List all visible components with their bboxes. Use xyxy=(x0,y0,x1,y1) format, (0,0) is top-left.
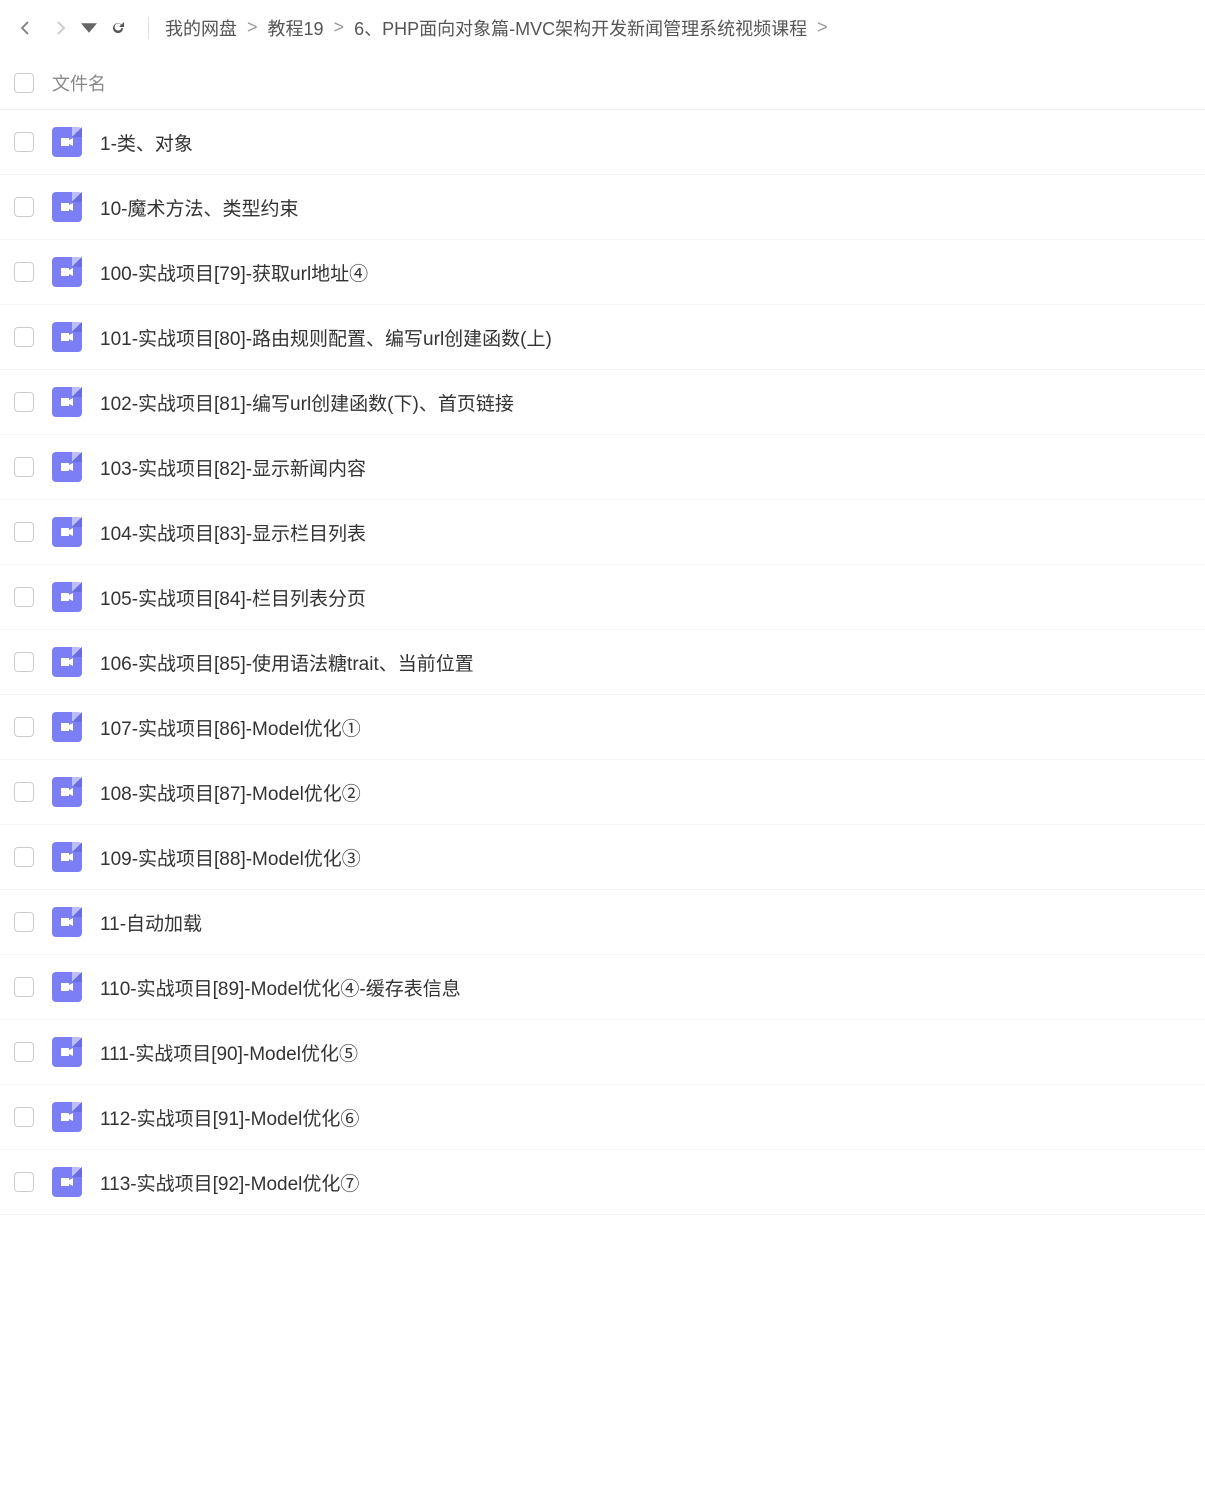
row-checkbox[interactable] xyxy=(14,912,34,932)
file-name: 11-自动加载 xyxy=(100,909,202,936)
file-row[interactable]: 109-实战项目[88]-Model优化③ xyxy=(0,825,1205,890)
video-file-icon xyxy=(52,1037,82,1067)
video-file-icon xyxy=(52,257,82,287)
file-row[interactable]: 100-实战项目[79]-获取url地址④ xyxy=(0,240,1205,305)
row-checkbox[interactable] xyxy=(14,197,34,217)
video-file-icon xyxy=(52,1167,82,1197)
file-name: 106-实战项目[85]-使用语法糖trait、当前位置 xyxy=(100,649,474,676)
file-row[interactable]: 107-实战项目[86]-Model优化① xyxy=(0,695,1205,760)
video-file-icon xyxy=(52,387,82,417)
breadcrumb-separator: > xyxy=(247,17,258,38)
file-name: 109-实战项目[88]-Model优化③ xyxy=(100,844,361,871)
row-checkbox[interactable] xyxy=(14,847,34,867)
row-checkbox[interactable] xyxy=(14,1042,34,1062)
row-checkbox[interactable] xyxy=(14,522,34,542)
video-file-icon xyxy=(52,582,82,612)
row-checkbox[interactable] xyxy=(14,782,34,802)
refresh-icon xyxy=(110,20,126,36)
video-file-icon xyxy=(52,1102,82,1132)
breadcrumb: 我的网盘 > 教程19 > 6、PHP面向对象篇-MVC架构开发新闻管理系统视频… xyxy=(165,15,828,41)
file-name: 110-实战项目[89]-Model优化④-缓存表信息 xyxy=(100,974,461,1001)
file-name: 108-实战项目[87]-Model优化② xyxy=(100,779,361,806)
file-row[interactable]: 11-自动加载 xyxy=(0,890,1205,955)
file-name: 107-实战项目[86]-Model优化① xyxy=(100,714,361,741)
select-all-checkbox[interactable] xyxy=(14,73,34,93)
file-row[interactable]: 105-实战项目[84]-栏目列表分页 xyxy=(0,565,1205,630)
nav-refresh-button[interactable] xyxy=(104,14,132,42)
video-file-icon xyxy=(52,322,82,352)
file-row[interactable]: 112-实战项目[91]-Model优化⑥ xyxy=(0,1085,1205,1150)
file-name: 101-实战项目[80]-路由规则配置、编写url创建函数(上) xyxy=(100,324,552,351)
nav-forward-button[interactable] xyxy=(46,14,74,42)
file-name: 103-实战项目[82]-显示新闻内容 xyxy=(100,454,366,481)
row-checkbox[interactable] xyxy=(14,1172,34,1192)
file-name: 100-实战项目[79]-获取url地址④ xyxy=(100,259,368,286)
row-checkbox[interactable] xyxy=(14,1107,34,1127)
file-row[interactable]: 10-魔术方法、类型约束 xyxy=(0,175,1205,240)
file-name: 102-实战项目[81]-编写url创建函数(下)、首页链接 xyxy=(100,389,514,416)
file-row[interactable]: 104-实战项目[83]-显示栏目列表 xyxy=(0,500,1205,565)
video-file-icon xyxy=(52,192,82,222)
nav-dropdown-button[interactable] xyxy=(80,14,98,42)
row-checkbox[interactable] xyxy=(14,132,34,152)
file-name: 112-实战项目[91]-Model优化⑥ xyxy=(100,1104,359,1131)
row-checkbox[interactable] xyxy=(14,587,34,607)
file-row[interactable]: 108-实战项目[87]-Model优化② xyxy=(0,760,1205,825)
file-row[interactable]: 110-实战项目[89]-Model优化④-缓存表信息 xyxy=(0,955,1205,1020)
video-file-icon xyxy=(52,777,82,807)
breadcrumb-separator: > xyxy=(817,17,828,38)
file-row[interactable]: 1-类、对象 xyxy=(0,110,1205,175)
video-file-icon xyxy=(52,712,82,742)
video-file-icon xyxy=(52,127,82,157)
row-checkbox[interactable] xyxy=(14,652,34,672)
toolbar-separator xyxy=(148,17,149,39)
breadcrumb-separator: > xyxy=(334,17,345,38)
video-file-icon xyxy=(52,452,82,482)
breadcrumb-item[interactable]: 教程19 xyxy=(268,15,324,41)
file-name: 1-类、对象 xyxy=(100,129,193,156)
row-checkbox[interactable] xyxy=(14,457,34,477)
toolbar: 我的网盘 > 教程19 > 6、PHP面向对象篇-MVC架构开发新闻管理系统视频… xyxy=(0,0,1205,56)
video-file-icon xyxy=(52,972,82,1002)
video-file-icon xyxy=(52,647,82,677)
file-row[interactable]: 113-实战项目[92]-Model优化⑦ xyxy=(0,1150,1205,1215)
row-checkbox[interactable] xyxy=(14,262,34,282)
file-row[interactable]: 102-实战项目[81]-编写url创建函数(下)、首页链接 xyxy=(0,370,1205,435)
video-file-icon xyxy=(52,907,82,937)
file-row[interactable]: 101-实战项目[80]-路由规则配置、编写url创建函数(上) xyxy=(0,305,1205,370)
file-name: 105-实战项目[84]-栏目列表分页 xyxy=(100,584,366,611)
caret-down-icon xyxy=(81,20,97,36)
file-list: 1-类、对象 10-魔术方法、类型约束 100-实战项目[79]-获取url地址… xyxy=(0,110,1205,1215)
row-checkbox[interactable] xyxy=(14,392,34,412)
column-header-filename[interactable]: 文件名 xyxy=(52,70,106,96)
breadcrumb-item[interactable]: 我的网盘 xyxy=(165,15,237,41)
file-name: 10-魔术方法、类型约束 xyxy=(100,194,298,221)
row-checkbox[interactable] xyxy=(14,977,34,997)
row-checkbox[interactable] xyxy=(14,717,34,737)
file-name: 113-实战项目[92]-Model优化⑦ xyxy=(100,1169,359,1196)
video-file-icon xyxy=(52,842,82,872)
chevron-right-icon xyxy=(52,20,68,36)
file-row[interactable]: 111-实战项目[90]-Model优化⑤ xyxy=(0,1020,1205,1085)
row-checkbox[interactable] xyxy=(14,327,34,347)
breadcrumb-item[interactable]: 6、PHP面向对象篇-MVC架构开发新闻管理系统视频课程 xyxy=(354,15,807,41)
list-header: 文件名 xyxy=(0,56,1205,110)
file-name: 111-实战项目[90]-Model优化⑤ xyxy=(100,1039,358,1066)
file-row[interactable]: 106-实战项目[85]-使用语法糖trait、当前位置 xyxy=(0,630,1205,695)
chevron-left-icon xyxy=(18,20,34,36)
file-name: 104-实战项目[83]-显示栏目列表 xyxy=(100,519,366,546)
file-row[interactable]: 103-实战项目[82]-显示新闻内容 xyxy=(0,435,1205,500)
nav-back-button[interactable] xyxy=(12,14,40,42)
video-file-icon xyxy=(52,517,82,547)
